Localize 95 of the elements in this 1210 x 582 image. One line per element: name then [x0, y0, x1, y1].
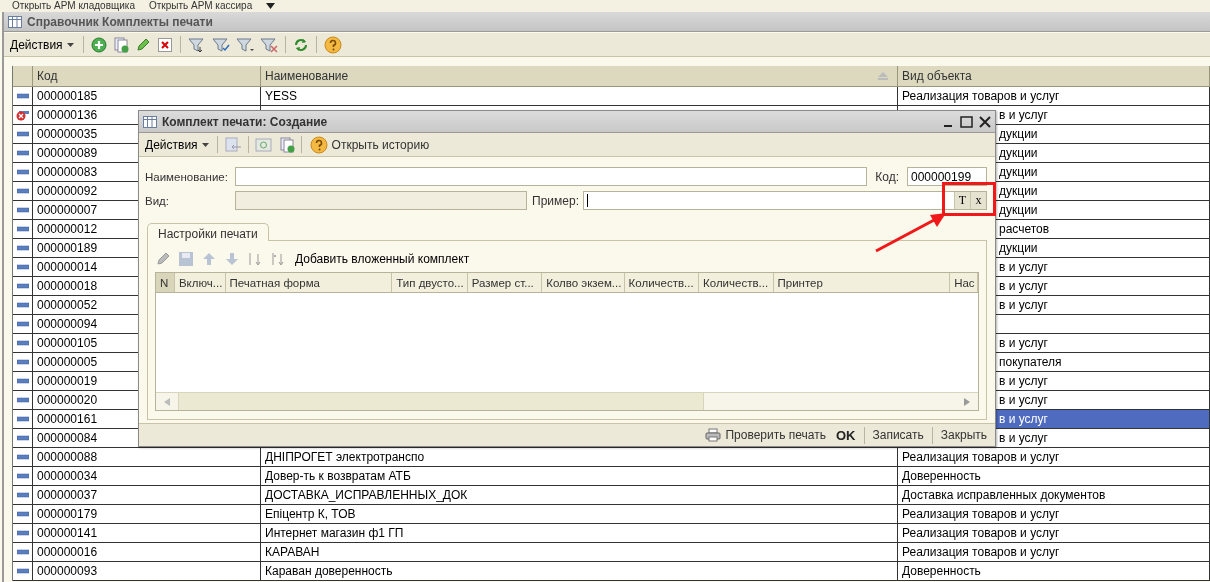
column-header[interactable]: Печатная форма	[225, 273, 393, 292]
caret-icon	[66, 42, 74, 47]
tab[interactable]: Настройки печати	[147, 223, 269, 241]
field-label: Пример:	[532, 193, 579, 208]
window-title: Справочник Комплекты печати	[27, 14, 213, 29]
printer-icon	[705, 428, 722, 442]
pencil-icon[interactable]	[134, 36, 151, 53]
history-button[interactable]: Открыть историю	[307, 135, 432, 154]
save-icon[interactable]	[178, 251, 194, 267]
table-cell: 000000185	[33, 87, 261, 105]
table-cell: 000000093	[33, 562, 261, 580]
horizontal-scrollbar[interactable]	[156, 392, 978, 410]
table-icon	[143, 115, 157, 128]
table-cell: Караван доверенность	[261, 562, 898, 580]
column-header[interactable]: Вид объекта	[898, 66, 1210, 86]
sort-descending-icon[interactable]	[270, 251, 286, 267]
pencil-icon[interactable]	[155, 251, 171, 267]
maximize-icon[interactable]	[960, 115, 973, 128]
table-cell: КАРАВАН	[261, 543, 898, 561]
name-field[interactable]	[235, 167, 868, 186]
toolbar-link[interactable]: Открыть АРМ кассира	[148, 0, 253, 12]
table-row[interactable]: 000000185 YESS Реализация товаров и услуг	[13, 87, 1210, 106]
table-cell: 000000088	[33, 448, 261, 466]
field-button[interactable]: x	[970, 192, 986, 209]
dialog-button[interactable]: Закрыть	[938, 428, 989, 442]
table-cell: YESS	[261, 87, 898, 105]
table-cell: Интернет магазин ф1 ГП	[261, 524, 898, 542]
table-cell: 000000141	[33, 524, 261, 542]
column-header[interactable]: Нас	[950, 273, 978, 292]
close-icon[interactable]	[979, 115, 991, 128]
table-row[interactable]: 000000088 ДНІПРОГЕТ электротранспо Реализация товаров и услуг	[13, 448, 1210, 467]
field-label: Код:	[875, 169, 899, 184]
table-row[interactable]: 000000016 КАРАВАН Реализация товаров и услуг	[13, 543, 1210, 562]
copy-icon[interactable]	[112, 36, 129, 53]
help-icon[interactable]	[323, 35, 342, 54]
add-nested-button[interactable]: Добавить вложенный комплект	[293, 252, 472, 266]
example-field[interactable]: T x	[583, 191, 987, 210]
table-cell: 000000179	[33, 505, 261, 523]
table-cell: Реализация товаров и услуг	[898, 87, 1210, 105]
table-cell: Реализация товаров и услуг	[898, 505, 1210, 523]
field-label: Наименование:	[145, 170, 229, 183]
table-row[interactable]: 000000034 Довер-ть к возвратам АТБ Доверенность	[13, 467, 1210, 486]
column-header[interactable]: Наименование	[261, 66, 898, 86]
sort-ascending-icon[interactable]	[247, 251, 263, 267]
sort-icon	[877, 72, 889, 80]
column-header[interactable]: Количеств...	[699, 273, 774, 292]
table-cell: 000000016	[33, 543, 261, 561]
clear-filter-icon[interactable]	[259, 36, 278, 53]
table-cell: Реализация товаров и услуг	[898, 448, 1210, 466]
table-icon	[8, 15, 22, 28]
column-header[interactable]: N	[156, 273, 175, 292]
refresh-icon[interactable]	[292, 36, 309, 53]
filter-icon[interactable]	[211, 36, 230, 53]
down-arrow-icon[interactable]	[224, 251, 240, 267]
column-header[interactable]: Количеств...	[624, 273, 700, 292]
copy-icon[interactable]	[278, 136, 295, 153]
column-header[interactable]: Включ...	[174, 273, 226, 292]
ok-button[interactable]: OK	[834, 427, 858, 443]
table-cell: 000000034	[33, 467, 261, 485]
up-arrow-icon[interactable]	[201, 251, 217, 267]
table-cell: Епіцентр К, ТОВ	[261, 505, 898, 523]
table-cell: ДНІПРОГЕТ электротранспо	[261, 448, 898, 466]
field-button[interactable]: T	[954, 192, 970, 209]
caret-icon	[201, 142, 209, 147]
column-header[interactable]: Колво экзем...	[542, 273, 625, 292]
help-icon[interactable]	[309, 135, 328, 154]
code-field[interactable]: 000000199	[907, 167, 987, 186]
toolbar-link[interactable]: Открыть АРМ кладовщика	[12, 0, 135, 12]
table-cell: Довер-ть к возвратам АТБ	[261, 467, 898, 485]
dropdown-arrow-icon[interactable]	[266, 3, 276, 9]
table-cell: ДОСТАВКА_ИСПРАВЛЕННЫХ_ДОК	[261, 486, 898, 504]
highlight-frame	[942, 182, 996, 216]
add-icon[interactable]	[90, 36, 107, 53]
table-cell: 000000037	[33, 486, 261, 504]
scroll-left-icon[interactable]	[164, 397, 170, 406]
filter-dropdown-icon[interactable]	[235, 36, 254, 53]
table-cell: Реализация товаров и услуг	[898, 543, 1210, 561]
actions-menu[interactable]: Действия	[8, 37, 76, 52]
scroll-right-icon[interactable]	[964, 397, 970, 406]
column-header[interactable]: Тип двусто...	[392, 273, 468, 292]
check-print-button[interactable]: Проверить печать	[703, 428, 828, 442]
column-header[interactable]: Код	[33, 66, 261, 86]
filter-icon[interactable]	[187, 36, 206, 53]
table-row[interactable]: 000000141 Интернет магазин ф1 ГП Реализация товаров и услуг	[13, 524, 1210, 543]
table-cell: Доверенность	[898, 467, 1210, 485]
column-header[interactable]: Размер ст...	[467, 273, 543, 292]
delete-icon[interactable]	[156, 36, 173, 53]
table-row[interactable]: 000000037 ДОСТАВКА_ИСПРАВЛЕННЫХ_ДОК Доставка исправленных документов	[13, 486, 1210, 505]
table-row[interactable]: 000000179 Епіцентр К, ТОВ Реализация товаров и услуг	[13, 505, 1210, 524]
table-cell: Доверенность	[898, 562, 1210, 580]
column-header[interactable]: Принтер	[773, 273, 951, 292]
table-cell: Реализация товаров и услуг	[898, 524, 1210, 542]
table-cell: Доставка исправленных документов	[898, 486, 1210, 504]
table-row[interactable]: 000000093 Караван доверенность Доверенность	[13, 562, 1210, 581]
document-arrow-icon[interactable]	[223, 136, 242, 153]
